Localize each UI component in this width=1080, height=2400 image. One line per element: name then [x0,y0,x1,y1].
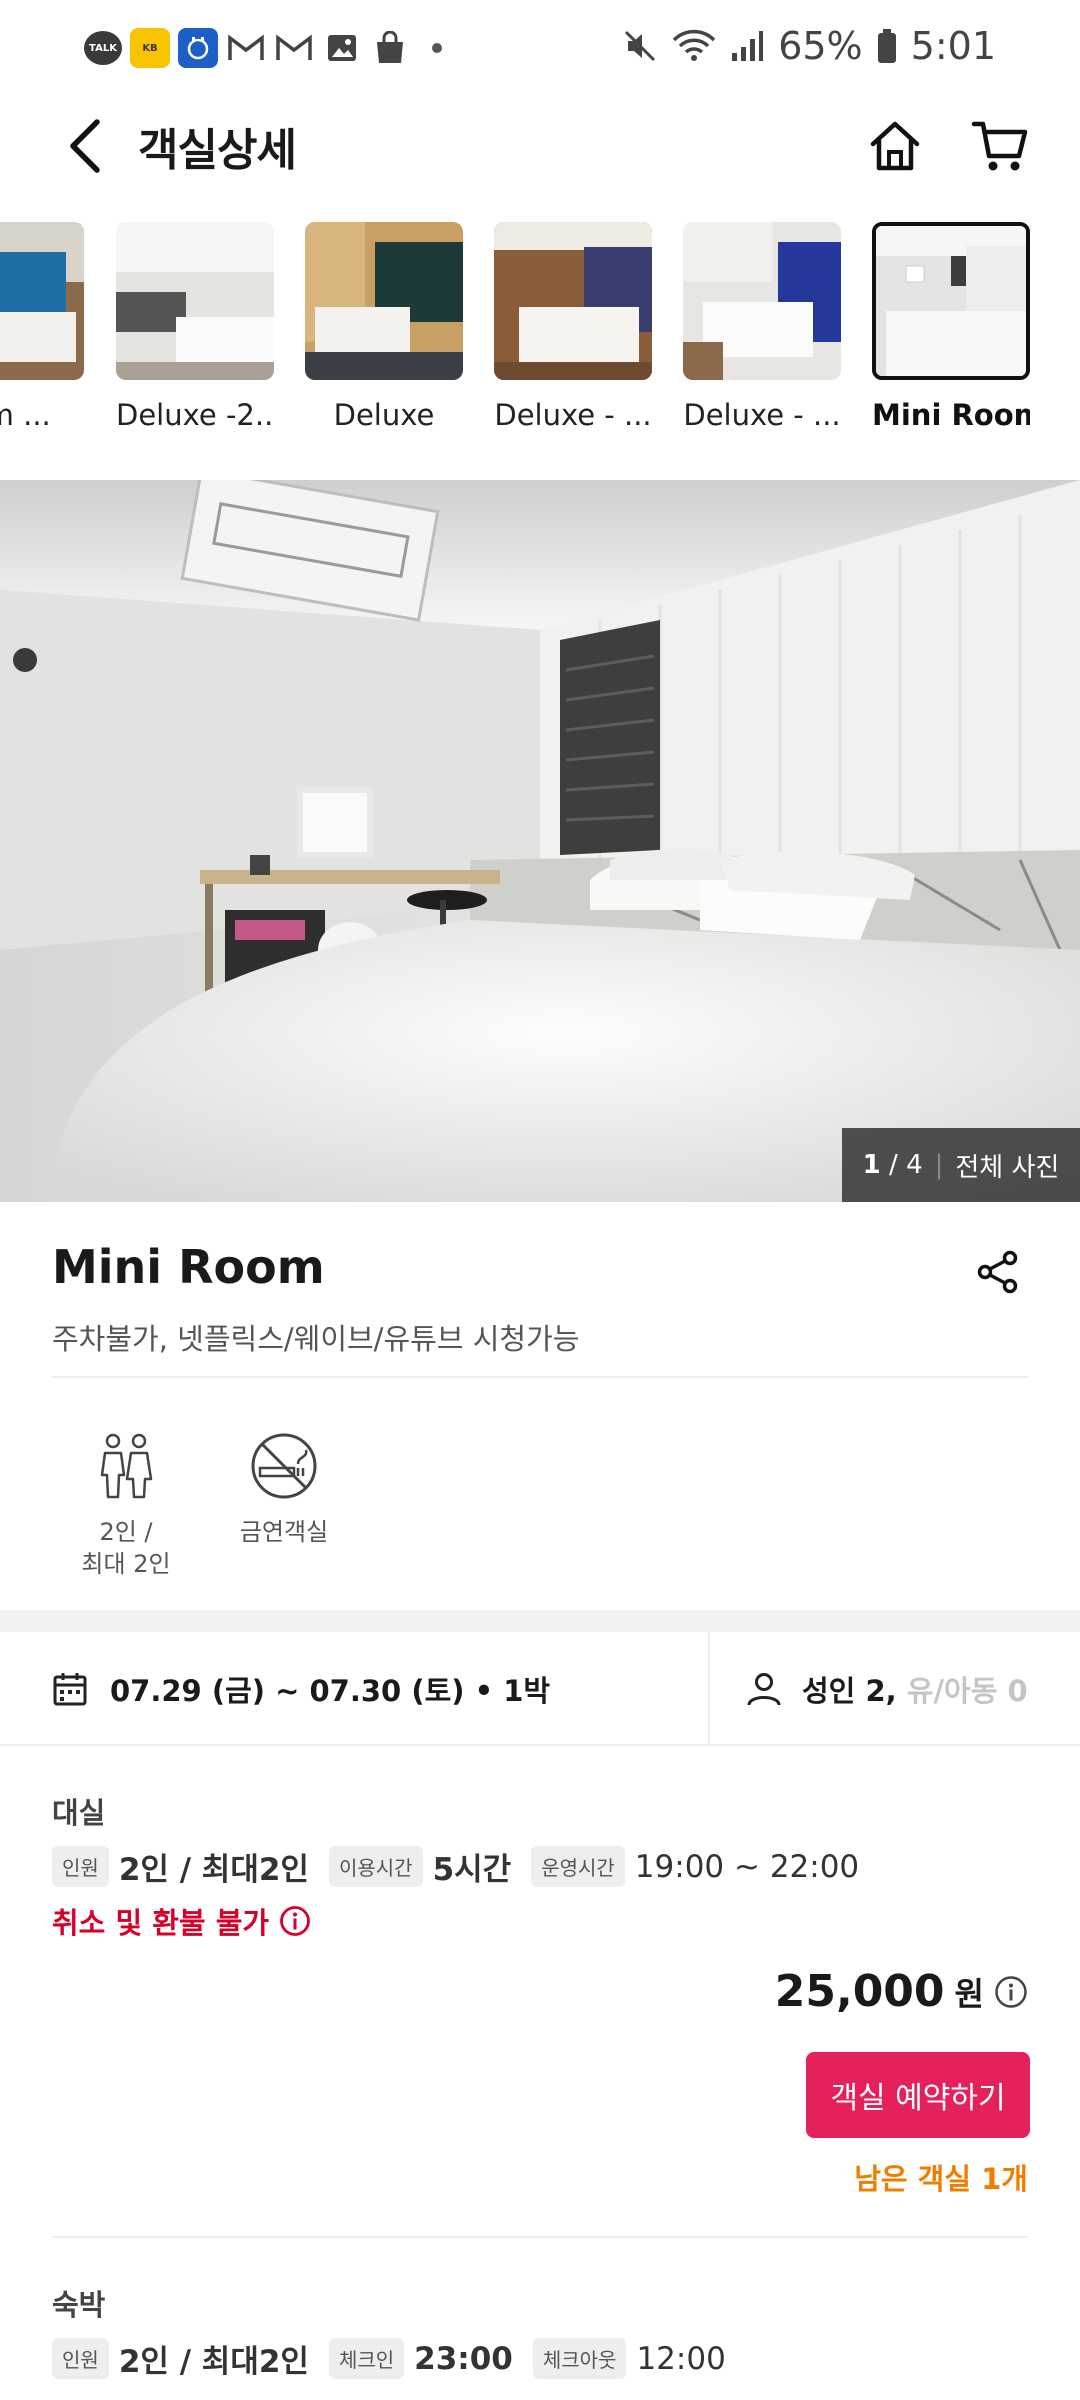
gmail-icon [274,28,314,68]
date-selector[interactable]: 07.29 (금) ~ 07.30 (토) • 1박 [52,1632,550,1746]
info-icon [280,1906,310,1936]
home-icon [870,121,920,171]
room-thumbnail-carousel[interactable]: ium ... Deluxe -2... Deluxe Deluxe - ...… [0,222,1080,462]
capacity-tag: 인원 [52,1846,109,1887]
wifi-icon [672,28,716,64]
person-icon [747,1673,781,1706]
booking-bar: 07.29 (금) ~ 07.30 (토) • 1박 성인 2, 유/아동 0 [0,1632,1080,1746]
room-thumbnail-label: Deluxe -2... [116,398,274,432]
room-thumbnail-image [683,222,841,380]
room-thumbnail[interactable]: Deluxe - ... [494,222,652,432]
adult-count: 성인 2, [802,1674,897,1708]
capacity-value: 2인 / 최대2인 [118,2344,309,2380]
mute-icon [622,28,658,64]
page-title: 객실상세 [138,125,297,176]
hours-value: 19:00 ~ 22:00 [634,1848,860,1885]
hours-tag: 운영시간 [531,1846,625,1887]
shopping-bag-icon [370,28,410,68]
cart-icon [971,121,1028,171]
gallery-icon [322,28,362,68]
gmail-icon [226,28,266,68]
divider [52,2236,1028,2238]
price: 25,000 원 [775,1966,1028,2017]
section-separator [0,1610,1080,1632]
amenity-label: 2인 / 최대 2인 [81,1518,171,1578]
share-button[interactable] [970,1244,1026,1300]
checkout-tag: 체크아웃 [532,2338,627,2379]
room-thumbnail-image [0,222,84,380]
amenity-non-smoking: 금연객실 [214,1426,354,1548]
checkout-value: 12:00 [636,2340,726,2377]
counter-separator: | [934,1150,944,1180]
dot-icon [432,43,442,53]
back-button[interactable] [50,108,120,184]
room-thumbnail-image [872,222,1030,380]
room-photo[interactable]: 1 / 4 | 전체 사진 [0,480,1080,1202]
signal-icon [730,29,764,63]
room-photo-image [0,480,1080,1202]
room-thumbnail[interactable]: ium ... [0,222,84,432]
chevron-left-icon [70,119,100,173]
room-description: 주차불가, 넷플릭스/웨이브/유튜브 시청가능 [52,1322,580,1356]
room-thumbnail-label: Mini Room [872,398,1030,432]
two-people-icon [86,1426,166,1506]
room-thumbnail-image [116,222,274,380]
reserve-room-button[interactable]: 객실 예약하기 [806,2052,1030,2138]
notification-icons: TALK KB [84,28,442,68]
capacity-tag: 인원 [52,2338,109,2379]
all-photos-link[interactable]: 전체 사진 [955,1147,1059,1184]
photo-index: 1 / 4 [862,1150,923,1180]
price-info-icon[interactable] [994,1975,1028,2009]
checkin-tag: 체크인 [328,2338,405,2379]
cancel-policy-text: 취소 및 환불 불가 [52,1906,270,1940]
calendar-app-icon [178,28,218,68]
room-thumbnail-selected[interactable]: Mini Room [872,222,1030,432]
offer-title-overnight: 숙박 [52,2288,106,2322]
room-thumbnail-image [305,222,463,380]
cancel-policy[interactable]: 취소 및 환불 불가 [52,1900,311,1942]
capacity-value: 2인 / 최대2인 [118,1852,309,1888]
room-thumbnail-label: Deluxe - ... [683,398,841,432]
remaining-rooms: 남은 객실 1개 [854,2162,1028,2196]
room-thumbnail-image [494,222,652,380]
price-currency: 원 [954,1974,984,2013]
room-thumbnail[interactable]: Deluxe [305,222,463,432]
duration-tag: 이용시간 [328,1846,423,1887]
photo-counter[interactable]: 1 / 4 | 전체 사진 [842,1128,1080,1202]
cart-button[interactable] [962,108,1038,184]
divider [708,1632,710,1746]
offer-details-daytime: 인원 2인 / 최대2인 이용시간 5시간 운영시간 19:00 ~ 22:00 [52,1844,869,1889]
child-count: 유/아동 0 [906,1674,1028,1708]
battery-icon [877,28,897,64]
room-thumbnail[interactable]: Deluxe -2... [116,222,274,432]
offer-details-overnight: 인원 2인 / 최대2인 체크인 23:00 체크아웃 12:00 [52,2336,736,2381]
guest-selector[interactable]: 성인 2, 유/아동 0 [746,1632,1028,1746]
checkin-value: 23:00 [414,2340,513,2377]
no-smoking-icon [244,1426,324,1506]
app-header: 객실상세 [0,98,1080,194]
clock: 5:01 [910,24,996,68]
kb-pay-icon: KB [130,28,170,68]
stay-dates: 07.29 (금) ~ 07.30 (토) • 1박 [110,1674,551,1708]
share-icon [977,1250,1018,1294]
amenity-capacity: 2인 / 최대 2인 [56,1426,196,1580]
duration-value: 5시간 [432,1852,512,1888]
home-button[interactable] [860,108,930,184]
status-bar: TALK KB 65% 5:01 [0,0,1080,98]
offer-title-daytime: 대실 [52,1796,106,1830]
system-status: 65% 5:01 [622,24,996,68]
room-thumbnail-label: ium ... [0,398,51,432]
room-thumbnail-label: Deluxe - ... [494,398,652,432]
room-thumbnail[interactable]: Deluxe - ... [683,222,841,432]
divider [52,1376,1028,1378]
talk-icon: TALK [84,31,122,65]
room-name: Mini Room [52,1240,325,1294]
battery-percent: 65% [778,24,863,68]
price-amount: 25,000 [774,1966,945,2017]
amenity-label: 금연객실 [239,1518,329,1546]
calendar-icon [53,1673,87,1706]
room-thumbnail-label: Deluxe [333,398,435,432]
